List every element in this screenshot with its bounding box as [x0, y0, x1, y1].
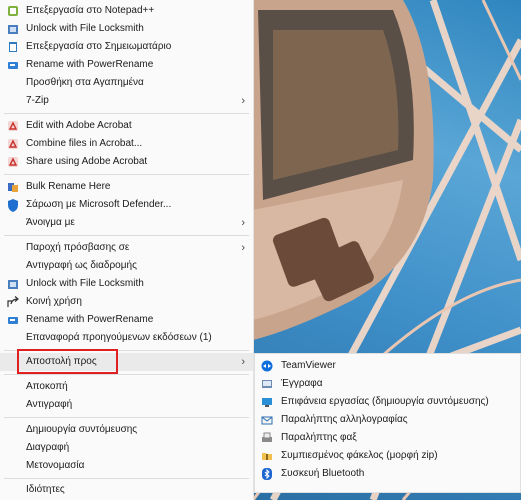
menu-item-label: Unlock with File Locksmith — [26, 23, 144, 34]
lock-icon — [6, 277, 20, 291]
chevron-right-icon: › — [241, 356, 245, 368]
menu-item-label: Επεξεργασία στο Σημειωματάριο — [26, 41, 172, 52]
menu-item-bulk-rename[interactable]: Bulk Rename Here — [0, 178, 253, 196]
powerrename-icon — [6, 313, 20, 327]
menu-item-copy-as-path[interactable]: Αντιγραφή ως διαδρομής — [0, 257, 253, 275]
menu-item-label: Edit with Adobe Acrobat — [26, 120, 132, 131]
powerrename-icon — [6, 58, 20, 72]
menu-item-rename[interactable]: Μετονομασία — [0, 457, 253, 475]
menu-item-label: Ιδιότητες — [26, 484, 65, 495]
menu-item-edit-acrobat[interactable]: Edit with Adobe Acrobat — [0, 117, 253, 135]
teamviewer-icon — [260, 359, 274, 373]
menu-item-unlock-locksmith[interactable]: Unlock with File Locksmith — [0, 20, 253, 38]
menu-item-rename-powerrename[interactable]: Rename with PowerRename — [0, 56, 253, 74]
submenu-item-label: Παραλήπτης αλληλογραφίας — [281, 414, 408, 425]
submenu-item-label: Παραλήπτης φαξ — [281, 432, 357, 443]
chevron-right-icon: › — [241, 217, 245, 229]
separator — [4, 350, 249, 351]
bulk-rename-icon — [6, 180, 20, 194]
menu-item-rename-powerrename-2[interactable]: Rename with PowerRename — [0, 311, 253, 329]
menu-item-label: Bulk Rename Here — [26, 181, 111, 192]
separator — [4, 113, 249, 114]
acrobat-icon — [6, 155, 20, 169]
menu-item-label: Rename with PowerRename — [26, 314, 154, 325]
chevron-right-icon: › — [241, 95, 245, 107]
documents-icon — [260, 377, 274, 391]
share-icon — [6, 295, 20, 309]
send-to-submenu: TeamViewer Έγγραφα Επιφάνεια εργασίας (δ… — [254, 353, 521, 493]
menu-item-label: Επεξεργασία στο Notepad++ — [26, 5, 155, 16]
submenu-item-label: TeamViewer — [281, 360, 336, 371]
separator — [4, 174, 249, 175]
menu-item-unlock-locksmith-2[interactable]: Unlock with File Locksmith — [0, 275, 253, 293]
menu-item-edit-notepad[interactable]: Επεξεργασία στο Σημειωματάριο — [0, 38, 253, 56]
submenu-item-desktop[interactable]: Επιφάνεια εργασίας (δημιουργία συντόμευσ… — [255, 393, 520, 411]
submenu-item-zip[interactable]: Συμπιεσμένος φάκελος (μορφή zip) — [255, 447, 520, 465]
menu-item-label: Επαναφορά προηγούμενων εκδόσεων (1) — [26, 332, 212, 343]
chevron-right-icon: › — [241, 242, 245, 254]
defender-shield-icon — [6, 198, 20, 212]
menu-item-label: Share using Adobe Acrobat — [26, 156, 148, 167]
menu-item-open-with[interactable]: Άνοιγμα με › — [0, 214, 253, 232]
notepadpp-icon — [6, 4, 20, 18]
menu-item-send-to[interactable]: Αποστολή προς › — [0, 353, 253, 371]
zip-folder-icon — [260, 449, 274, 463]
menu-item-cut[interactable]: Αποκοπή — [0, 378, 253, 396]
submenu-item-fax[interactable]: Παραλήπτης φαξ — [255, 429, 520, 447]
menu-item-create-shortcut[interactable]: Δημιουργία συντόμευσης — [0, 421, 253, 439]
notepad-icon — [6, 40, 20, 54]
menu-item-label: Αποκοπή — [26, 381, 68, 392]
menu-item-label: Αντιγραφή ως διαδρομής — [26, 260, 137, 271]
menu-item-defender-scan[interactable]: Σάρωση με Microsoft Defender... — [0, 196, 253, 214]
submenu-item-documents[interactable]: Έγγραφα — [255, 375, 520, 393]
menu-item-label: Unlock with File Locksmith — [26, 278, 144, 289]
separator — [4, 478, 249, 479]
lock-icon — [6, 22, 20, 36]
menu-item-label: Σάρωση με Microsoft Defender... — [26, 199, 172, 210]
submenu-item-teamviewer[interactable]: TeamViewer — [255, 357, 520, 375]
acrobat-icon — [6, 137, 20, 151]
menu-item-label: Κοινή χρήση — [26, 296, 82, 307]
separator — [4, 417, 249, 418]
separator — [4, 374, 249, 375]
submenu-item-label: Έγγραφα — [281, 378, 323, 389]
menu-item-label: Διαγραφή — [26, 442, 70, 453]
submenu-item-bluetooth[interactable]: Συσκευή Bluetooth — [255, 465, 520, 483]
desktop-icon — [260, 395, 274, 409]
menu-item-delete[interactable]: Διαγραφή — [0, 439, 253, 457]
mail-icon — [260, 413, 274, 427]
menu-item-label: Combine files in Acrobat... — [26, 138, 143, 149]
menu-item-label: Αντιγραφή — [26, 399, 73, 410]
menu-item-label: Παροχή πρόσβασης σε — [26, 242, 130, 253]
context-menu: Επεξεργασία στο Notepad++ Unlock with Fi… — [0, 0, 254, 500]
menu-item-label: Προσθήκη στα Αγαπημένα — [26, 77, 144, 88]
menu-item-7zip[interactable]: 7-Zip › — [0, 92, 253, 110]
menu-item-label: Rename with PowerRename — [26, 59, 154, 70]
menu-item-restore-versions[interactable]: Επαναφορά προηγούμενων εκδόσεων (1) — [0, 329, 253, 347]
menu-item-label: 7-Zip — [26, 95, 49, 106]
menu-item-label: Άνοιγμα με — [26, 217, 75, 228]
menu-item-share-acrobat[interactable]: Share using Adobe Acrobat — [0, 153, 253, 171]
bluetooth-icon — [260, 467, 274, 481]
menu-item-label: Αποστολή προς — [26, 356, 97, 367]
submenu-item-label: Συμπιεσμένος φάκελος (μορφή zip) — [281, 450, 438, 461]
menu-item-label: Μετονομασία — [26, 460, 85, 471]
menu-item-share[interactable]: Κοινή χρήση — [0, 293, 253, 311]
fax-icon — [260, 431, 274, 445]
separator — [4, 235, 249, 236]
submenu-item-label: Επιφάνεια εργασίας (δημιουργία συντόμευσ… — [281, 396, 489, 407]
submenu-item-label: Συσκευή Bluetooth — [281, 468, 365, 479]
menu-item-copy[interactable]: Αντιγραφή — [0, 396, 253, 414]
submenu-item-mail[interactable]: Παραλήπτης αλληλογραφίας — [255, 411, 520, 429]
menu-item-combine-acrobat[interactable]: Combine files in Acrobat... — [0, 135, 253, 153]
menu-item-edit-notepadpp[interactable]: Επεξεργασία στο Notepad++ — [0, 2, 253, 20]
menu-item-add-favorites[interactable]: Προσθήκη στα Αγαπημένα — [0, 74, 253, 92]
menu-item-label: Δημιουργία συντόμευσης — [26, 424, 138, 435]
menu-item-give-access[interactable]: Παροχή πρόσβασης σε › — [0, 239, 253, 257]
acrobat-icon — [6, 119, 20, 133]
menu-item-properties[interactable]: Ιδιότητες — [0, 481, 253, 499]
